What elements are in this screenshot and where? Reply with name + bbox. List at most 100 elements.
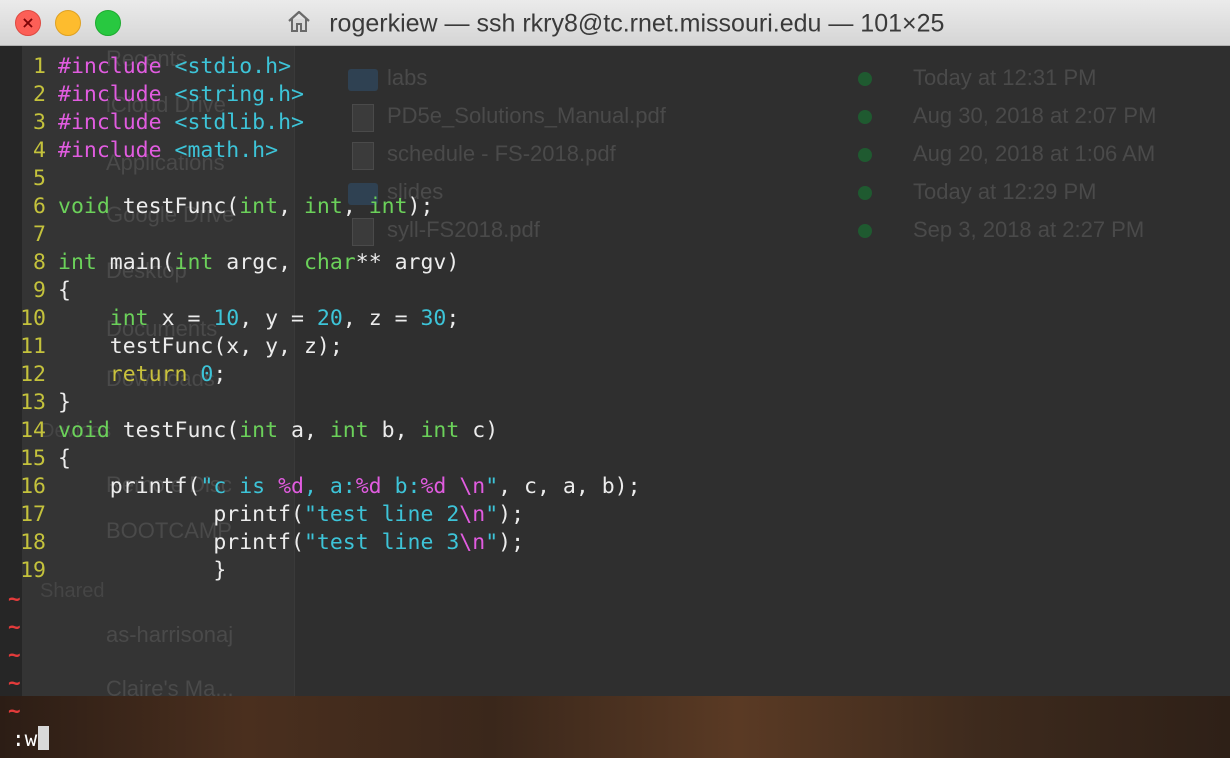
code-text: void testFunc(int, int, int); xyxy=(58,193,433,221)
code-token: , xyxy=(278,194,304,219)
code-token: %d xyxy=(355,474,382,499)
line-number: 2 xyxy=(33,82,46,107)
code-line: 7 xyxy=(0,221,1230,249)
empty-line-tilde: ~ xyxy=(8,587,21,611)
code-text: printf("test line 2\n"); xyxy=(58,501,524,529)
line-number: 7 xyxy=(33,222,46,247)
code-token: void xyxy=(58,418,110,443)
code-token: testFunc(x, y, z); xyxy=(58,334,343,359)
code-token: c) xyxy=(459,418,499,443)
empty-line-tilde: ~ xyxy=(8,615,21,639)
code-token: { xyxy=(58,278,71,303)
code-line: 2 #include <string.h> xyxy=(0,81,1230,109)
code-text: } xyxy=(58,389,71,417)
code-token: testFunc( xyxy=(109,418,240,443)
code-token: <stdlib.h> xyxy=(174,110,304,135)
code-line: 1 #include <stdio.h> xyxy=(0,53,1230,81)
line-number: 18 xyxy=(20,530,46,555)
empty-line-tilde: ~ xyxy=(8,643,21,667)
code-token: , z = xyxy=(342,306,421,331)
code-line: 9{ xyxy=(0,277,1230,305)
code-token: "test line 2 xyxy=(303,502,460,527)
code-token: %d xyxy=(420,474,447,499)
code-token: \n xyxy=(459,530,486,555)
code-line: 4 #include <math.h> xyxy=(0,137,1230,165)
code-token: \n xyxy=(459,474,486,499)
code-token: int xyxy=(174,250,214,275)
code-token: int xyxy=(109,306,149,331)
code-token: int xyxy=(239,194,279,219)
line-number: 5 xyxy=(33,166,46,191)
title-container: rogerkiew — ssh rkry8@tc.rnet.missouri.e… xyxy=(0,0,1230,46)
code-text: #include <stdio.h> xyxy=(58,53,291,81)
line-number: 11 xyxy=(20,334,46,359)
code-token: #include xyxy=(58,110,162,135)
line-number: 14 xyxy=(20,418,46,443)
code-line: 17 printf("test line 2\n"); xyxy=(0,501,1230,529)
code-token: 20 xyxy=(316,306,343,331)
code-token: 0 xyxy=(200,362,214,387)
code-line: 12 return 0; xyxy=(0,361,1230,389)
line-number: 12 xyxy=(20,362,46,387)
line-number: 1 xyxy=(33,54,46,79)
code-text: testFunc(x, y, z); xyxy=(58,333,343,361)
code-token: <stdio.h> xyxy=(174,54,292,79)
code-token: int xyxy=(303,194,343,219)
line-number: 9 xyxy=(33,278,46,303)
home-icon xyxy=(287,10,310,32)
code-token: int xyxy=(329,418,369,443)
code-token: #include xyxy=(58,138,162,163)
code-text: int x = 10, y = 20, z = 30; xyxy=(58,305,460,333)
code-token: \n xyxy=(459,502,486,527)
code-text: #include <stdlib.h> xyxy=(58,109,304,137)
code-line: 11 testFunc(x, y, z); xyxy=(0,333,1230,361)
terminal-content[interactable]: 1 #include <stdio.h> 2 #include <string.h> 3… xyxy=(0,46,1230,758)
code-line: 10 int x = 10, y = 20, z = 30; xyxy=(0,305,1230,333)
code-token: " xyxy=(485,474,499,499)
terminal-window: Recents iCloud Drive Applications Google Dr… xyxy=(0,0,1230,758)
code-token: b: xyxy=(381,474,421,499)
code-text: printf("test line 3\n"); xyxy=(58,529,524,557)
code-token: <math.h> xyxy=(174,138,279,163)
code-token: int xyxy=(239,418,279,443)
code-token: #include xyxy=(58,54,162,79)
window-title: rogerkiew — ssh rkry8@tc.rnet.missouri.e… xyxy=(329,9,945,38)
text-cursor xyxy=(38,726,50,750)
code-text: return 0; xyxy=(58,361,227,389)
code-token: %d xyxy=(278,474,304,499)
code-token: return xyxy=(109,362,188,387)
code-token: " xyxy=(485,502,499,527)
command-text: :w xyxy=(12,727,38,751)
line-number: 13 xyxy=(20,390,46,415)
code-token: void xyxy=(58,194,110,219)
code-token: int xyxy=(420,418,460,443)
code-token: printf( xyxy=(58,502,304,527)
code-token: int xyxy=(58,250,97,275)
code-line: 3 #include <stdlib.h> xyxy=(0,109,1230,137)
title-bar[interactable]: × rogerkiew — ssh rkry8@tc.rnet.missouri… xyxy=(0,0,1230,46)
line-number: 6 xyxy=(33,194,46,219)
empty-line-tilde: ~ xyxy=(8,671,21,695)
code-token: printf( xyxy=(58,474,201,499)
line-number: 8 xyxy=(33,250,46,275)
code-text: printf("c is %d, a:%d b:%d \n", c, a, b)… xyxy=(58,473,641,501)
code-token: ; xyxy=(446,306,460,331)
code-token: a, xyxy=(278,418,330,443)
code-line: 16 printf("c is %d, a:%d b:%d \n", c, a,… xyxy=(0,473,1230,501)
line-number: 15 xyxy=(20,446,46,471)
line-number: 19 xyxy=(20,558,46,583)
code-token: , a: xyxy=(303,474,356,499)
code-token: } xyxy=(58,558,227,583)
vim-command-line[interactable]: :w xyxy=(12,724,50,754)
code-token: ; xyxy=(213,362,227,387)
code-token: ); xyxy=(407,194,434,219)
code-line: 19 } xyxy=(0,557,1230,585)
line-number: 16 xyxy=(20,474,46,499)
